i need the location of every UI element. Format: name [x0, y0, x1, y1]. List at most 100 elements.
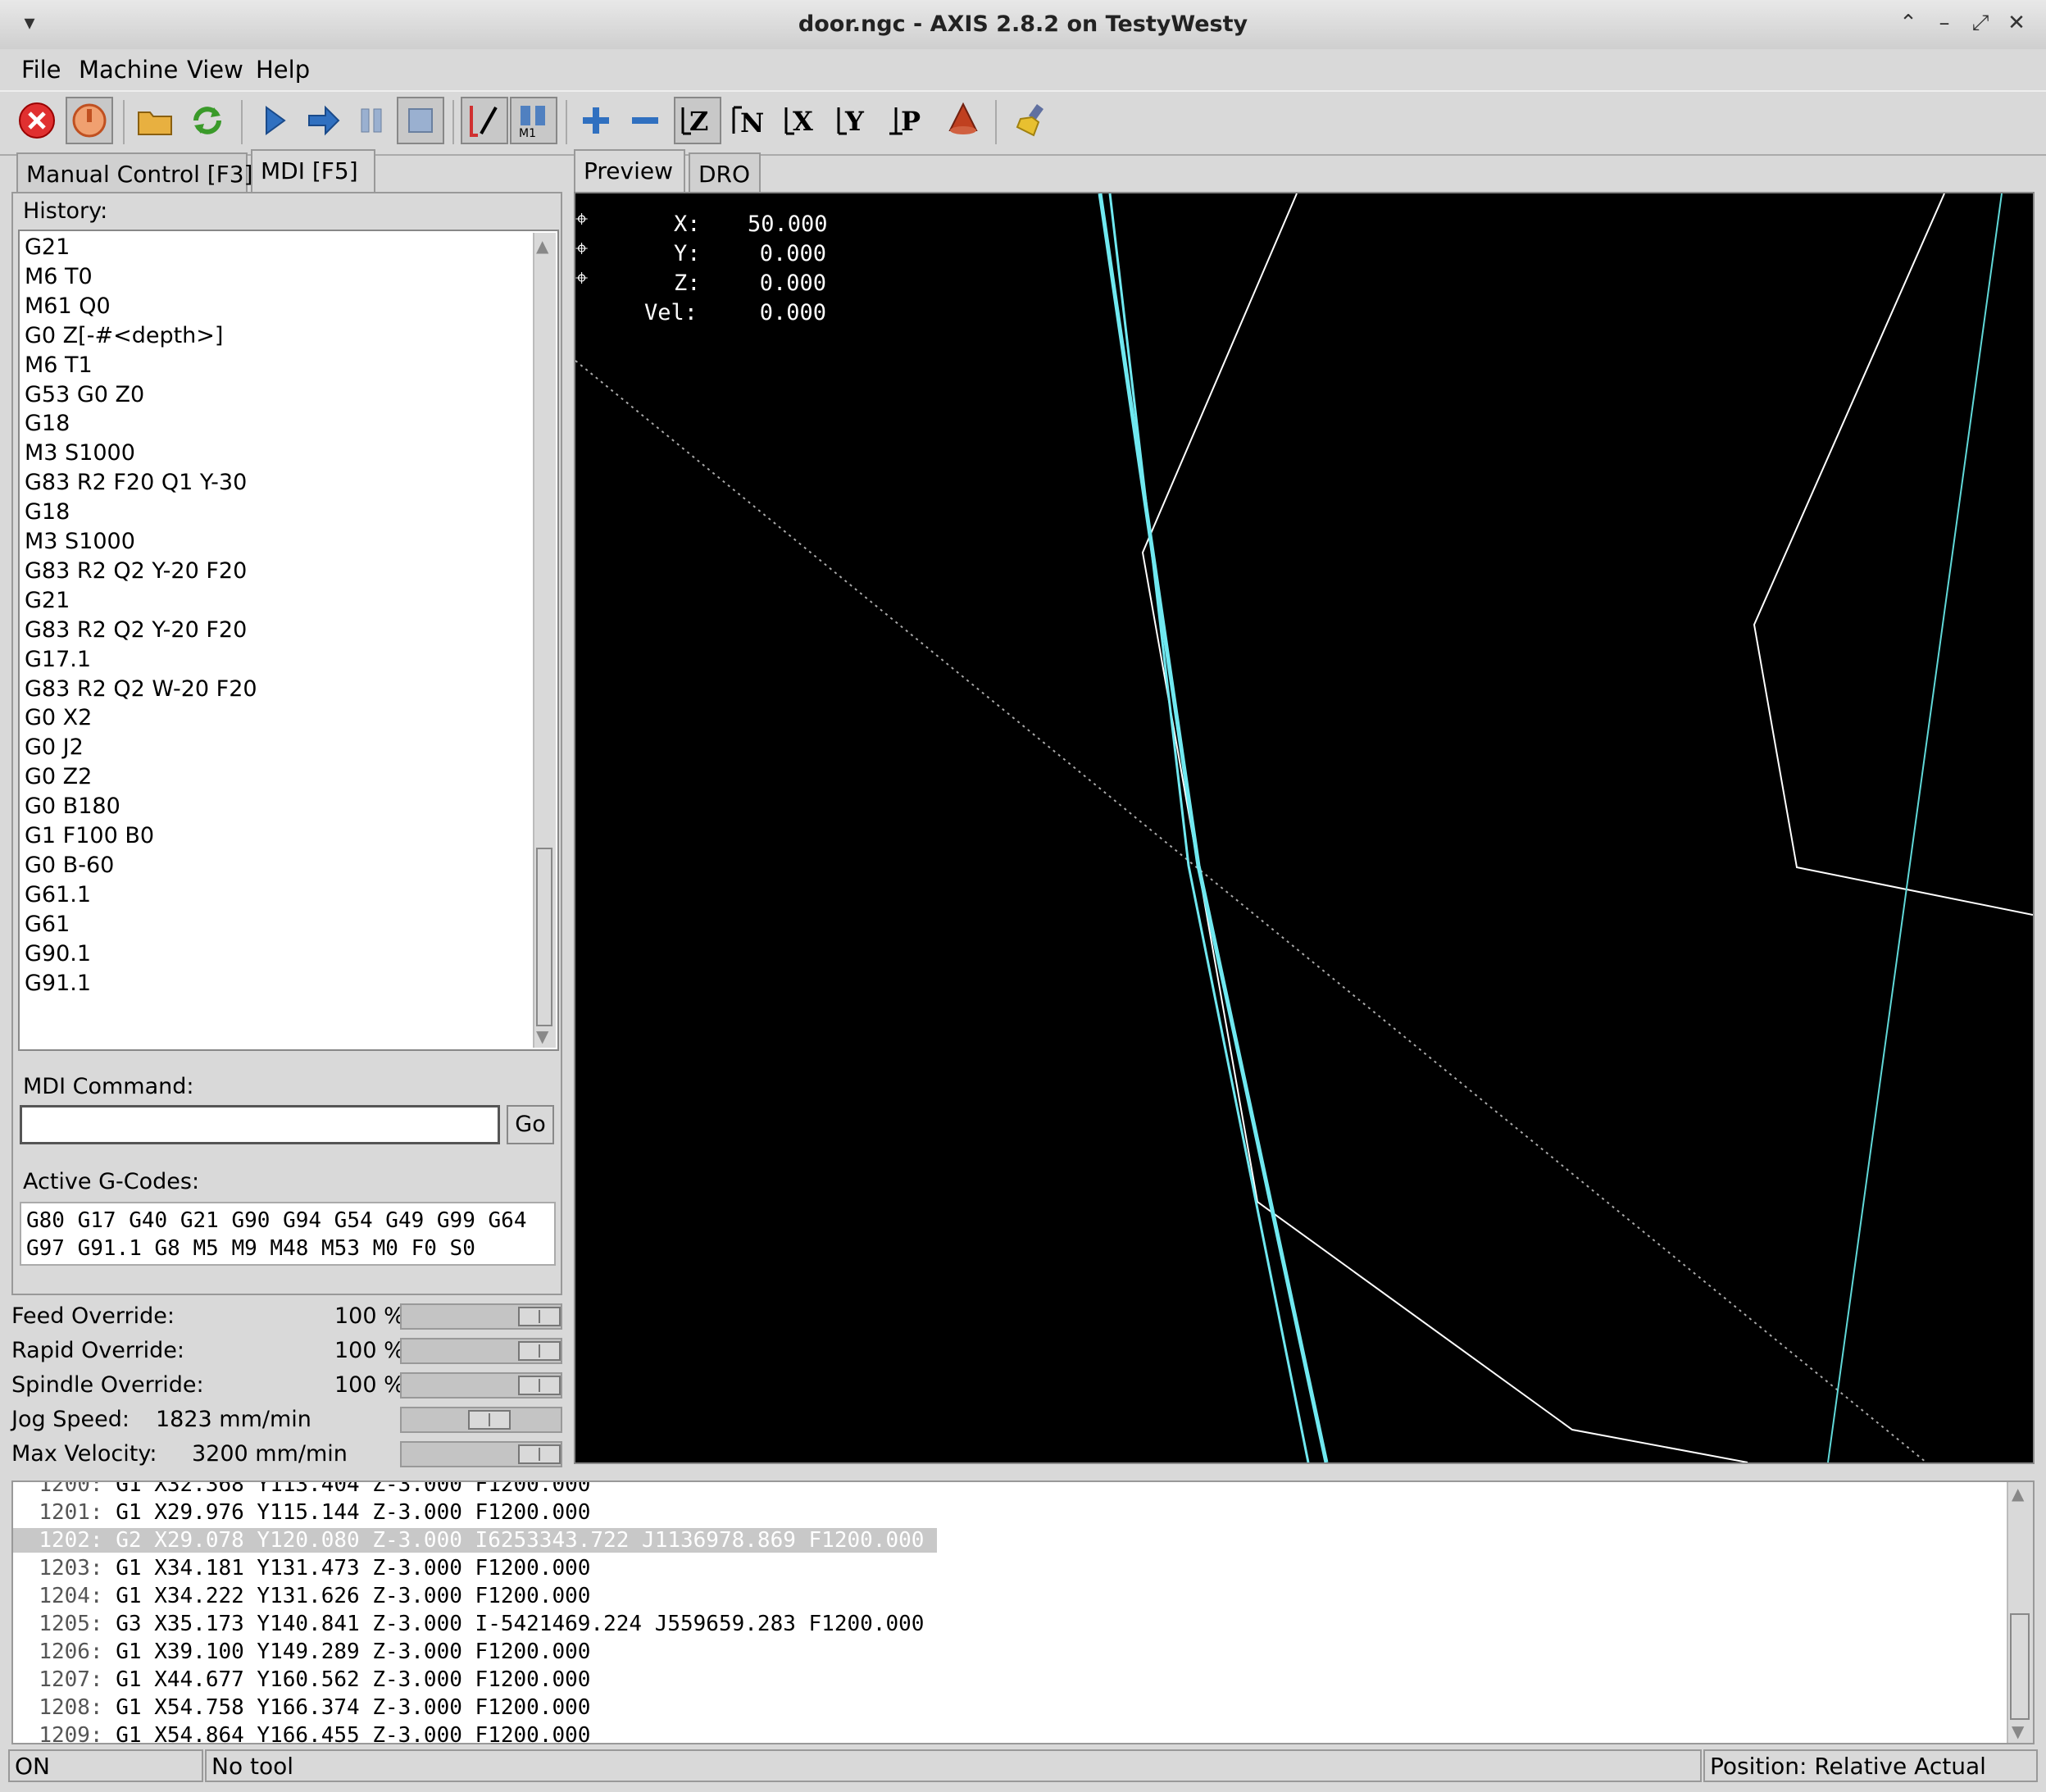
jog-speed-thumb[interactable] [468, 1410, 511, 1430]
close-icon[interactable]: ✕ [2002, 8, 2031, 38]
max-velocity-thumb[interactable] [518, 1444, 561, 1464]
history-item[interactable]: G53 G0 Z0 [25, 382, 144, 407]
history-item[interactable]: G61.1 [25, 882, 91, 907]
step-icon[interactable] [300, 97, 348, 144]
history-item[interactable]: G83 R2 F20 Q1 Y-30 [25, 470, 247, 495]
code-scrollbar[interactable]: ▲ ▼ [2007, 1482, 2033, 1743]
history-scroll-thumb[interactable] [536, 848, 552, 1026]
pause-icon[interactable] [348, 97, 395, 144]
estop-icon[interactable] [13, 97, 61, 144]
history-item[interactable]: G0 B180 [25, 794, 120, 819]
toolpath-plot [575, 193, 2033, 1462]
tool-cone-icon[interactable] [939, 97, 987, 144]
optional-stop-icon[interactable]: M1 [510, 97, 557, 144]
preview-canvas[interactable]: ⌖ ⌖ ⌖ X: 50.000 Y: 0.000 Z: 0.000 Vel: 0… [574, 192, 2035, 1464]
history-item[interactable]: M3 S1000 [25, 440, 135, 466]
history-item[interactable]: G0 B-60 [25, 853, 114, 878]
scroll-down-icon[interactable]: ▼ [536, 1026, 548, 1046]
history-item[interactable]: M6 T0 [25, 264, 93, 289]
minimize-icon[interactable]: – [1930, 8, 1959, 38]
tab-manual-control[interactable]: Manual Control [F3] [16, 152, 253, 192]
jog-speed-slider[interactable] [400, 1407, 562, 1433]
line-text: G2 X29.078 Y120.080 Z-3.000 I6253343.722… [116, 1528, 925, 1553]
history-item[interactable]: G0 X2 [25, 705, 92, 730]
code-line[interactable]: 1200: G1 X32.368 Y113.404 Z-3.000 F1200.… [13, 1482, 590, 1497]
run-icon[interactable] [251, 97, 298, 144]
power-icon[interactable] [66, 97, 113, 144]
view-p-icon[interactable]: P [884, 97, 931, 144]
mdi-command-input[interactable] [20, 1105, 500, 1144]
menu-file[interactable]: File [21, 56, 61, 84]
code-line[interactable]: 1203: G1 X34.181 Y131.473 Z-3.000 F1200.… [13, 1556, 590, 1581]
code-scroll-thumb[interactable] [2010, 1613, 2030, 1720]
history-item[interactable]: G83 R2 Q2 W-20 F20 [25, 676, 257, 702]
line-text: G3 X35.173 Y140.841 Z-3.000 I-5421469.22… [116, 1612, 925, 1636]
shade-icon[interactable]: ⌃ [1894, 8, 1923, 38]
line-text: G1 X54.758 Y166.374 Z-3.000 F1200.000 [116, 1695, 591, 1720]
gcode-listing[interactable]: 1200: G1 X32.368 Y113.404 Z-3.000 F1200.… [11, 1480, 2035, 1744]
code-line[interactable]: 1205: G3 X35.173 Y140.841 Z-3.000 I-5421… [13, 1612, 924, 1636]
view-x-icon[interactable]: X [777, 97, 825, 144]
code-line[interactable]: 1201: G1 X29.976 Y115.144 Z-3.000 F1200.… [13, 1500, 590, 1525]
code-line[interactable]: 1206: G1 X39.100 Y149.289 Z-3.000 F1200.… [13, 1640, 590, 1664]
history-item[interactable]: M61 Q0 [25, 293, 111, 319]
history-item[interactable]: M3 S1000 [25, 529, 135, 554]
history-item[interactable]: G21 [25, 588, 70, 613]
spindle-override-thumb[interactable] [518, 1376, 561, 1395]
block-delete-icon[interactable] [461, 97, 508, 144]
tab-mdi[interactable]: MDI [F5] [251, 149, 375, 193]
history-item[interactable]: G1 F100 B0 [25, 823, 154, 848]
code-line[interactable]: 1209: G1 X54.864 Y166.455 Z-3.000 F1200.… [13, 1723, 590, 1743]
history-item[interactable]: G61 [25, 912, 70, 937]
view-y-icon[interactable]: Y [830, 97, 877, 144]
scroll-down-icon[interactable]: ▼ [2012, 1722, 2024, 1741]
stop-icon[interactable] [397, 97, 444, 144]
tool-status: No tool [205, 1749, 1702, 1782]
code-line[interactable]: 1208: G1 X54.758 Y166.374 Z-3.000 F1200.… [13, 1695, 590, 1720]
view-z-icon[interactable]: Z [674, 97, 721, 144]
max-velocity-slider[interactable] [400, 1441, 562, 1467]
menu-view[interactable]: View [187, 56, 243, 84]
history-item[interactable]: G21 [25, 234, 70, 260]
history-item[interactable]: G18 [25, 499, 70, 525]
zoom-in-icon[interactable] [572, 97, 620, 144]
history-item[interactable]: G0 Z2 [25, 764, 92, 789]
code-line[interactable]: 1202: G2 X29.078 Y120.080 Z-3.000 I62533… [13, 1528, 938, 1553]
history-list[interactable]: G21 M6 T0 M61 Q0 G0 Z[-#<depth>] M6 T1 G53 G0… [18, 230, 559, 1051]
window-title: door.ngc - AXIS 2.8.2 on TestyWesty [798, 11, 1248, 37]
reload-icon[interactable] [184, 97, 231, 144]
history-item[interactable]: G91.1 [25, 971, 91, 996]
history-item[interactable]: G83 R2 Q2 Y-20 F20 [25, 617, 247, 643]
line-number: 1203: [39, 1556, 103, 1581]
tab-preview[interactable]: Preview [574, 149, 685, 193]
history-item[interactable]: M6 T1 [25, 352, 93, 378]
spindle-override-slider[interactable] [400, 1372, 562, 1399]
view-z2-icon[interactable]: N [725, 97, 772, 144]
rapid-override-thumb[interactable] [518, 1341, 561, 1361]
tab-dro[interactable]: DRO [689, 152, 761, 192]
scroll-up-icon[interactable]: ▲ [2012, 1484, 2024, 1503]
history-scrollbar[interactable]: ▲ ▼ [533, 233, 556, 1048]
code-line[interactable]: 1204: G1 X34.222 Y131.626 Z-3.000 F1200.… [13, 1584, 590, 1608]
zoom-out-icon[interactable] [621, 97, 669, 144]
history-item[interactable]: G17.1 [25, 647, 91, 672]
code-line[interactable]: 1207: G1 X44.677 Y160.562 Z-3.000 F1200.… [13, 1667, 590, 1692]
go-button[interactable]: Go [507, 1105, 554, 1144]
dro-vel-value: 0.000 [759, 300, 826, 325]
history-item[interactable]: G18 [25, 411, 70, 436]
history-item[interactable]: G0 Z[-#<depth>] [25, 323, 223, 348]
scroll-up-icon[interactable]: ▲ [536, 236, 548, 256]
open-icon[interactable] [131, 97, 179, 144]
feed-override-thumb[interactable] [518, 1307, 561, 1326]
menu-machine[interactable]: Machine [79, 56, 178, 84]
feed-override-slider[interactable] [400, 1303, 562, 1330]
maximize-icon[interactable]: ⤢ [1966, 8, 1995, 38]
rapid-override-slider[interactable] [400, 1338, 562, 1364]
max-velocity-value: 3200 mm/min [192, 1441, 348, 1467]
history-item[interactable]: G0 J2 [25, 735, 84, 760]
history-item[interactable]: G90.1 [25, 941, 91, 966]
clear-plot-icon[interactable] [1008, 97, 1056, 144]
menu-help[interactable]: Help [256, 56, 310, 84]
history-item[interactable]: G83 R2 Q2 Y-20 F20 [25, 558, 247, 584]
axis-window: ▾ door.ngc - AXIS 2.8.2 on TestyWesty ⌃ … [0, 0, 2046, 1792]
